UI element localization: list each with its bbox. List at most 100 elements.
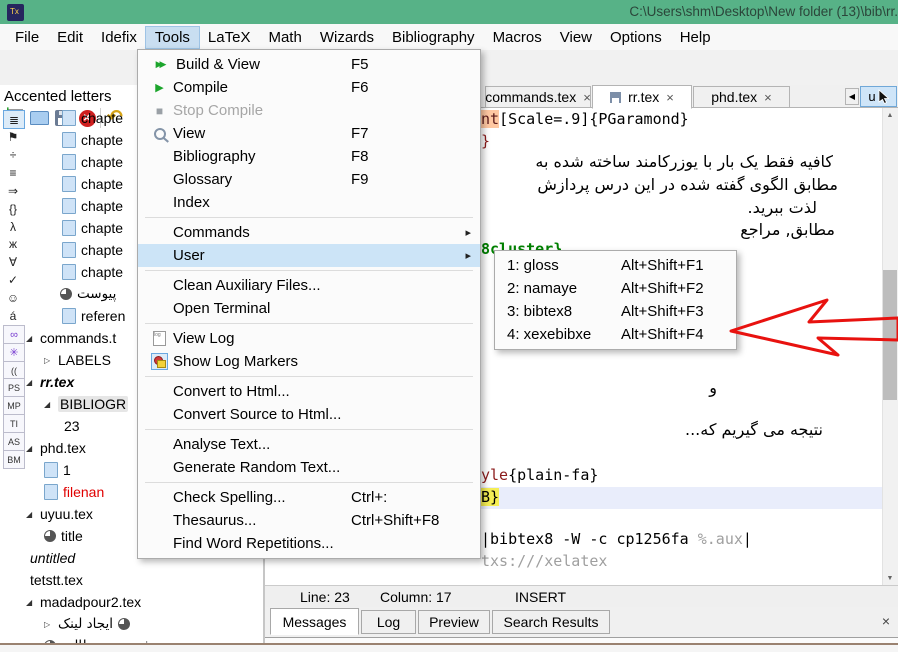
expander-expanded-icon[interactable]: ◢ bbox=[26, 598, 40, 607]
infinity-icon[interactable]: ∞ bbox=[3, 325, 25, 344]
section-icon bbox=[118, 618, 130, 630]
code-line-selected: B} bbox=[481, 488, 499, 506]
menu-item-open-terminal[interactable]: Open Terminal bbox=[138, 297, 480, 320]
expander-expanded-icon[interactable]: ◢ bbox=[26, 378, 40, 387]
tab-overflow-button[interactable]: u bbox=[860, 86, 897, 107]
menu-separator bbox=[145, 482, 473, 483]
menu-item-clean-auxiliary-files[interactable]: Clean Auxiliary Files... bbox=[138, 274, 480, 297]
expander-expanded-icon[interactable]: ◢ bbox=[26, 444, 40, 453]
menu-item-check-spelling[interactable]: Check Spelling...Ctrl+: bbox=[138, 486, 480, 509]
tab-log[interactable]: Log bbox=[361, 610, 416, 634]
bm-tab-icon[interactable]: BM bbox=[3, 450, 25, 469]
relations-icon[interactable]: ≡ bbox=[3, 164, 23, 181]
menu-bibliography[interactable]: Bibliography bbox=[383, 27, 484, 48]
tab-rr-tex[interactable]: rr.tex× bbox=[592, 85, 692, 109]
ps-tab-icon[interactable]: PS bbox=[3, 378, 25, 397]
menu-options[interactable]: Options bbox=[601, 27, 671, 48]
menu-math[interactable]: Math bbox=[259, 27, 310, 48]
logic-icon[interactable]: ∀ bbox=[3, 253, 23, 270]
as-tab-icon[interactable]: AS bbox=[3, 432, 25, 451]
tree-item-madadpour2-tex[interactable]: ◢madadpour2.tex bbox=[26, 591, 263, 613]
tab-scroll-left-button[interactable]: ◀ bbox=[845, 88, 859, 105]
menu-view[interactable]: View bbox=[551, 27, 601, 48]
expander-expanded-icon[interactable]: ◢ bbox=[26, 334, 40, 343]
tab-preview[interactable]: Preview bbox=[418, 610, 490, 634]
expander-collapsed-icon[interactable]: ▷ bbox=[44, 620, 58, 629]
menu-edit[interactable]: Edit bbox=[48, 27, 92, 48]
asterisk-icon[interactable]: ✳ bbox=[3, 343, 25, 362]
menu-item-view[interactable]: ViewF7 bbox=[138, 122, 480, 145]
menu-bar: File Edit Idefix Tools LaTeX Math Wizard… bbox=[0, 24, 898, 50]
menu-item-show-log-markers[interactable]: Show Log Markers bbox=[138, 350, 480, 373]
tree-item-tetstt-tex[interactable]: tetstt.tex bbox=[26, 569, 263, 591]
menu-item-index[interactable]: Index bbox=[138, 191, 480, 214]
compile-icon: ▶ bbox=[146, 81, 173, 94]
tab-phd-tex[interactable]: phd.tex× bbox=[693, 86, 790, 108]
texstudio-window: C:\Users\shm\Desktop\New folder (13)\bib… bbox=[0, 0, 898, 652]
menu-latex[interactable]: LaTeX bbox=[199, 27, 260, 48]
menu-tools[interactable]: Tools bbox=[146, 27, 199, 48]
menu-macros[interactable]: Macros bbox=[484, 27, 551, 48]
submenu-item-xexebibxe[interactable]: 4: xexebibxeAlt+Shift+F4 bbox=[495, 323, 736, 346]
tree-item-create-link[interactable]: ▷ايجاد لينک bbox=[26, 613, 263, 635]
accents-icon[interactable]: á bbox=[3, 307, 23, 324]
submenu-item-gloss[interactable]: 1: glossAlt+Shift+F1 bbox=[495, 254, 736, 277]
menu-item-thesaurus[interactable]: Thesaurus...Ctrl+Shift+F8 bbox=[138, 509, 480, 532]
division-icon[interactable]: ÷ bbox=[3, 146, 23, 163]
smiley-icon[interactable]: ☺ bbox=[3, 289, 23, 306]
arrows-icon[interactable]: ⇒ bbox=[3, 182, 23, 199]
persian-text-line: نتيجه می گيريم كه... bbox=[685, 420, 823, 439]
expander-expanded-icon[interactable]: ◢ bbox=[44, 400, 58, 409]
menu-item-view-log[interactable]: View Log bbox=[138, 327, 480, 350]
menu-wizards[interactable]: Wizards bbox=[311, 27, 383, 48]
file-icon bbox=[62, 220, 76, 236]
persian-text-line: مطابق, مراجع bbox=[740, 220, 835, 239]
menu-item-convert-source-to-html[interactable]: Convert Source to Html... bbox=[138, 403, 480, 426]
file-icon bbox=[62, 198, 76, 214]
menu-item-convert-to-html[interactable]: Convert to Html... bbox=[138, 380, 480, 403]
file-icon bbox=[62, 308, 76, 324]
mouse-cursor-icon bbox=[878, 89, 889, 104]
menu-item-user[interactable]: User▸ bbox=[138, 244, 480, 267]
menu-item-build-view[interactable]: ▶▶Build & ViewF5 bbox=[138, 53, 480, 76]
tab-close-icon[interactable]: × bbox=[666, 90, 674, 105]
panel-close-icon[interactable]: × bbox=[882, 613, 890, 629]
tab-commands-tex[interactable]: commands.tex× bbox=[485, 86, 591, 108]
persian-text-line: لذت ببريد. bbox=[748, 198, 817, 217]
tab-search-results[interactable]: Search Results bbox=[492, 610, 610, 634]
menu-item-glossary[interactable]: GlossaryF9 bbox=[138, 168, 480, 191]
greek-icon[interactable]: λ bbox=[3, 218, 23, 235]
scroll-down-icon[interactable]: ▼ bbox=[882, 571, 898, 585]
magnifier-icon bbox=[146, 128, 173, 140]
title-bar[interactable]: C:\Users\shm\Desktop\New folder (13)\bib… bbox=[0, 0, 898, 24]
code-line: txs:///xelatex bbox=[481, 552, 607, 570]
submenu-item-bibtex8[interactable]: 3: bibtex8Alt+Shift+F3 bbox=[495, 300, 736, 323]
scroll-up-icon[interactable]: ▲ bbox=[882, 108, 898, 122]
tree-item-clipped[interactable]: فهرست مطالب bbox=[26, 635, 263, 643]
menu-idefix[interactable]: Idefix bbox=[92, 27, 146, 48]
braces-icon[interactable]: {} bbox=[3, 200, 23, 217]
tab-close-icon[interactable]: × bbox=[583, 90, 591, 105]
persian-text-line: كافيه فقط يک بار با يوزركامند ساخته شده … bbox=[535, 152, 833, 171]
file-icon bbox=[44, 484, 58, 500]
code-line: yle{plain-fa} bbox=[481, 466, 598, 484]
structure-list-icon[interactable]: ≣ bbox=[3, 110, 25, 129]
menu-file[interactable]: File bbox=[6, 27, 48, 48]
expander-expanded-icon[interactable]: ◢ bbox=[26, 510, 40, 519]
check-icon[interactable]: ✓ bbox=[3, 271, 23, 288]
menu-item-commands[interactable]: Commands▸ bbox=[138, 221, 480, 244]
expander-collapsed-icon[interactable]: ▷ bbox=[44, 356, 58, 365]
tab-messages[interactable]: Messages bbox=[270, 608, 359, 635]
ti-tab-icon[interactable]: TI bbox=[3, 414, 25, 433]
menu-item-bibliography[interactable]: BibliographyF8 bbox=[138, 145, 480, 168]
menu-item-generate-random-text[interactable]: Generate Random Text... bbox=[138, 456, 480, 479]
menu-help[interactable]: Help bbox=[671, 27, 720, 48]
menu-item-compile[interactable]: ▶CompileF6 bbox=[138, 76, 480, 99]
submenu-item-namaye[interactable]: 2: namayeAlt+Shift+F2 bbox=[495, 277, 736, 300]
cyrillic-icon[interactable]: ж bbox=[3, 235, 23, 252]
menu-item-find-word-repetitions[interactable]: Find Word Repetitions... bbox=[138, 532, 480, 555]
mp-tab-icon[interactable]: MP bbox=[3, 396, 25, 415]
menu-item-analyse-text[interactable]: Analyse Text... bbox=[138, 433, 480, 456]
tab-close-icon[interactable]: × bbox=[764, 90, 772, 105]
bookmark-icon[interactable]: ⚑ bbox=[3, 128, 23, 145]
